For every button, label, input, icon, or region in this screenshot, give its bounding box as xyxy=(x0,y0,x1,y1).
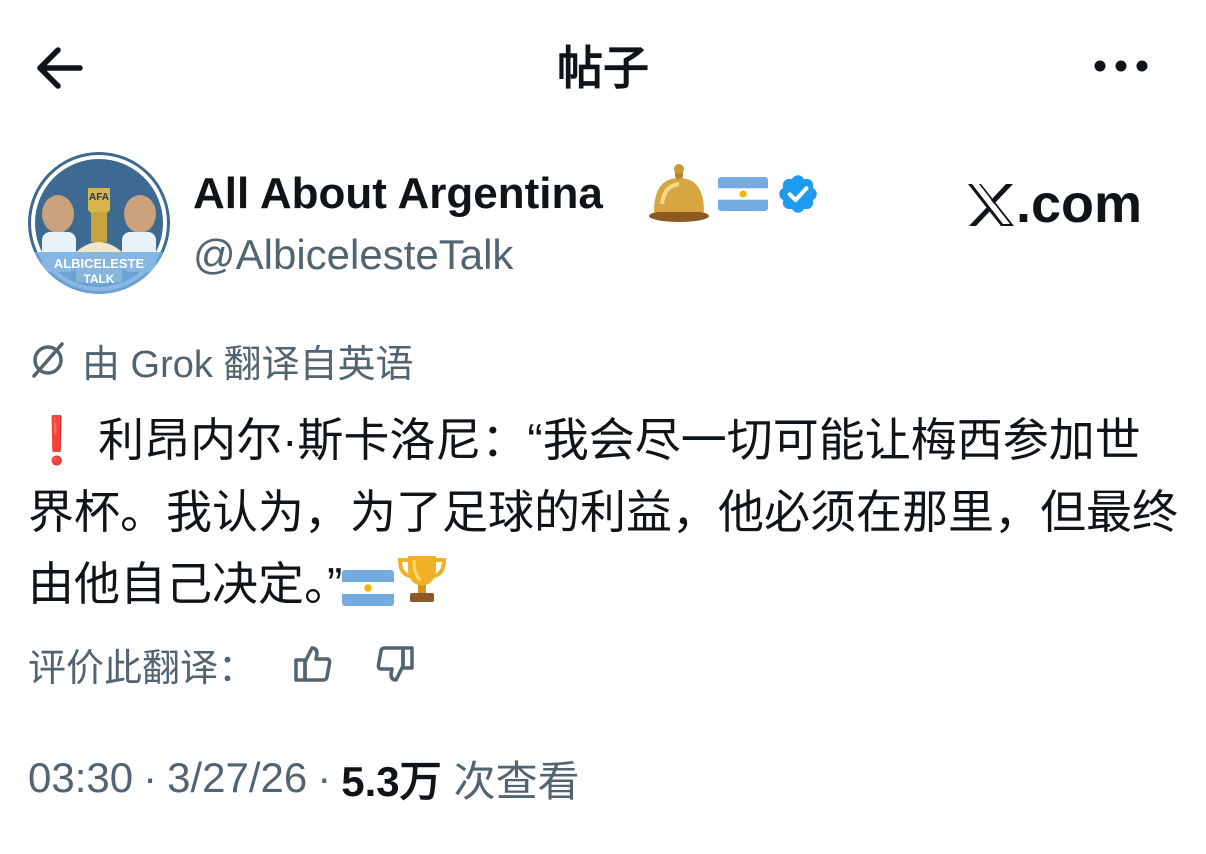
tweet-meta: 03:30 · 3/27/26 · 5.3万 次查看 xyxy=(28,748,580,808)
thumbs-up-button[interactable] xyxy=(292,643,334,685)
thumbs-down-button[interactable] xyxy=(374,643,416,685)
tweet-time[interactable]: 03:30 xyxy=(28,754,133,802)
translation-notice-text: 由 Grok 翻译自英语 xyxy=(82,343,414,386)
meta-separator: · xyxy=(143,754,158,801)
trophy-emoji xyxy=(394,550,450,626)
tweet-body: 利昂内尔·斯卡洛尼：“我会尽一切可能让梅西参加世界杯。我认为，为了足球的利益，他… xyxy=(28,414,1178,610)
bell-emoji xyxy=(649,164,709,222)
x-logo-icon xyxy=(968,184,1014,226)
exclamation-emoji: ❗ xyxy=(28,414,86,466)
rate-translation: 评价此翻译： xyxy=(28,636,416,692)
argentina-flag-emoji xyxy=(718,177,768,211)
meta-separator: · xyxy=(317,754,332,801)
views-count[interactable]: 5.3万 xyxy=(341,748,441,809)
avatar-text-bottom: TALK xyxy=(83,272,114,286)
author-badges xyxy=(648,162,820,226)
x-com-watermark: .com xyxy=(966,172,1142,236)
views-label: 次查看 xyxy=(453,757,580,805)
avatar[interactable]: AFA ALBICELESTE TALK xyxy=(28,152,170,294)
avatar-text-top: ALBICELESTE xyxy=(54,256,145,271)
avatar-badge-text: AFA xyxy=(89,192,109,203)
author-name[interactable]: All About Argentina xyxy=(193,166,603,222)
thumbs-up-icon xyxy=(294,646,332,682)
grok-icon xyxy=(32,342,64,378)
top-bar: 帖子 xyxy=(0,0,1206,130)
more-dots-icon xyxy=(1094,60,1148,72)
rate-translation-label: 评价此翻译： xyxy=(28,647,257,690)
author-handle[interactable]: @AlbicelesteTalk xyxy=(193,228,513,282)
verified-badge-icon xyxy=(779,175,817,213)
tweet-text: ❗ 利昂内尔·斯卡洛尼：“我会尽一切可能让梅西参加世界杯。我认为，为了足球的利益… xyxy=(28,404,1178,626)
translation-notice[interactable]: 由 Grok 翻译自英语 xyxy=(28,332,413,388)
more-options-button[interactable] xyxy=(1086,44,1156,88)
x-com-label: .com xyxy=(1016,174,1143,234)
page-title: 帖子 xyxy=(557,42,649,94)
tweet-date[interactable]: 3/27/26 xyxy=(167,754,307,802)
thumbs-down-icon xyxy=(376,646,414,682)
argentina-flag-emoji xyxy=(342,554,395,626)
